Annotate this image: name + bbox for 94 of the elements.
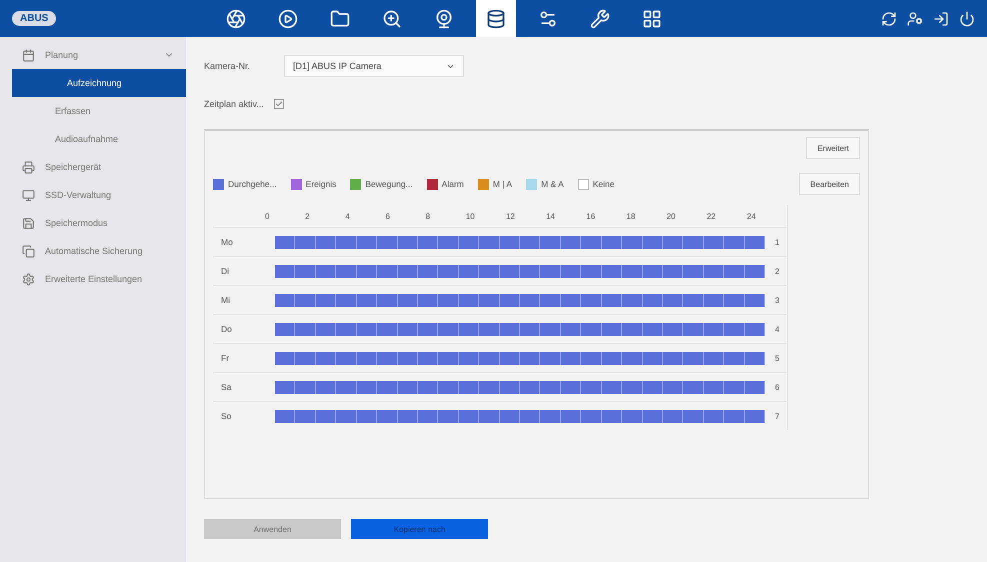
row-number: 5 xyxy=(775,354,780,362)
hour-label: 6 xyxy=(385,212,391,220)
schedule-bar[interactable] xyxy=(275,322,765,336)
hour-label: 4 xyxy=(345,212,351,220)
sidebar-subitem[interactable]: Erfassen xyxy=(0,97,186,125)
hour-label: 18 xyxy=(626,212,636,220)
advanced-button[interactable]: Erweitert xyxy=(806,137,860,159)
day-label: Mi xyxy=(220,295,231,305)
copy-to-button[interactable]: Kopieren nach xyxy=(351,519,488,539)
day-label: Sa xyxy=(220,382,232,392)
legend-swatch[interactable] xyxy=(578,178,589,190)
sidebar-item[interactable]: Automatische Sicherung xyxy=(0,237,186,265)
sidebar-item[interactable]: Erweiterte Einstellungen xyxy=(0,265,186,293)
webcam-icon xyxy=(434,8,454,28)
schedule-bar[interactable] xyxy=(275,352,765,364)
grid-icon xyxy=(642,8,662,28)
legend-label: M & A xyxy=(541,179,564,189)
user-button[interactable] xyxy=(907,10,923,26)
day-label: Mo xyxy=(220,237,234,247)
hour-label: 20 xyxy=(666,212,676,220)
sidebar-item-label: Automatische Sicherung xyxy=(45,246,144,256)
legend-label: Bewegung... xyxy=(365,179,413,189)
database-tab[interactable] xyxy=(476,0,516,37)
row-number: 1 xyxy=(775,238,780,246)
folder-icon xyxy=(330,8,350,28)
day-label: Di xyxy=(220,266,230,276)
device-icon xyxy=(22,160,35,174)
logout-icon xyxy=(933,10,949,26)
row-number: 4 xyxy=(775,324,780,334)
hour-label: 0 xyxy=(265,212,270,220)
schedule-bar[interactable] xyxy=(275,294,765,306)
database-icon xyxy=(486,8,506,28)
wrench-icon xyxy=(590,8,610,28)
copy-icon xyxy=(22,244,35,258)
legend-label: M | A xyxy=(492,179,512,189)
legend-swatch[interactable] xyxy=(478,178,489,190)
legend-swatch[interactable] xyxy=(426,178,438,190)
sidebar-item[interactable]: SSD-Verwaltung xyxy=(0,181,186,209)
logout-button[interactable] xyxy=(933,10,949,26)
camera-label: Kamera-Nr. xyxy=(204,61,252,71)
sidebar-item[interactable]: Speichermodus xyxy=(0,209,186,237)
sidebar-item[interactable]: Planung xyxy=(0,41,186,69)
legend-label: Keine xyxy=(592,179,615,189)
legend-swatch[interactable] xyxy=(213,178,224,190)
hour-label: 2 xyxy=(305,212,311,220)
row-number: 7 xyxy=(775,412,780,420)
check-icon xyxy=(274,100,283,108)
calendar-icon xyxy=(22,48,35,62)
search-icon xyxy=(382,8,402,28)
schedule-checkbox[interactable] xyxy=(274,99,284,109)
sidebar-item[interactable]: Speichergerät xyxy=(0,153,186,181)
hour-label: 24 xyxy=(746,212,757,220)
power-button[interactable] xyxy=(959,10,975,26)
legend-label: Alarm xyxy=(442,179,464,189)
row-number: 6 xyxy=(775,382,780,392)
refresh-icon xyxy=(881,10,897,26)
legend-label: Ereignis xyxy=(306,179,336,189)
refresh-button[interactable] xyxy=(881,10,897,26)
schedule-bar[interactable] xyxy=(275,410,765,422)
hour-label: 10 xyxy=(466,212,476,220)
legend-label: Durchgehe... xyxy=(228,179,277,189)
sidebar-item-label: Speichergerät xyxy=(45,162,102,172)
hour-label: 22 xyxy=(706,212,717,220)
day-label: Do xyxy=(220,324,233,334)
day-label: So xyxy=(220,411,232,421)
sidebar-item-label: Speichermodus xyxy=(45,218,109,228)
row-number: 3 xyxy=(775,296,780,304)
schedule-bar[interactable] xyxy=(275,236,765,248)
aperture-icon xyxy=(226,8,246,28)
sidebar-item-label: Erweiterte Einstellungen xyxy=(45,274,144,284)
power-icon xyxy=(959,10,975,26)
legend-swatch[interactable] xyxy=(350,178,362,190)
schedule-enabled-label: Zeitplan aktiv... xyxy=(204,99,264,109)
settings-icon xyxy=(22,272,35,286)
sidebar-subitem[interactable]: Aufzeichnung xyxy=(12,69,186,97)
hour-label: 12 xyxy=(506,212,516,220)
hour-label: 16 xyxy=(586,212,596,220)
sidebar-subitem[interactable]: Audioaufnahme xyxy=(0,125,186,153)
sidebar-item-label: Planung xyxy=(45,50,80,60)
schedule-bar[interactable] xyxy=(275,380,765,394)
schedule-bar[interactable] xyxy=(275,264,765,278)
user-icon xyxy=(907,10,923,26)
hour-label: 8 xyxy=(426,212,432,220)
sidebar-item-label: SSD-Verwaltung xyxy=(45,190,112,200)
camera-select[interactable]: [D1] ABUS IP Camera xyxy=(284,55,464,77)
play-icon xyxy=(278,8,298,28)
row-number: 2 xyxy=(775,266,780,276)
hour-label: 14 xyxy=(546,212,556,220)
day-label: Fr xyxy=(220,353,230,363)
logo: ABUS xyxy=(12,11,56,26)
monitor-icon xyxy=(22,188,35,202)
apply-button[interactable]: Anwenden xyxy=(204,519,341,539)
edit-button[interactable]: Bearbeiten xyxy=(799,173,860,195)
legend-swatch[interactable] xyxy=(290,178,302,190)
